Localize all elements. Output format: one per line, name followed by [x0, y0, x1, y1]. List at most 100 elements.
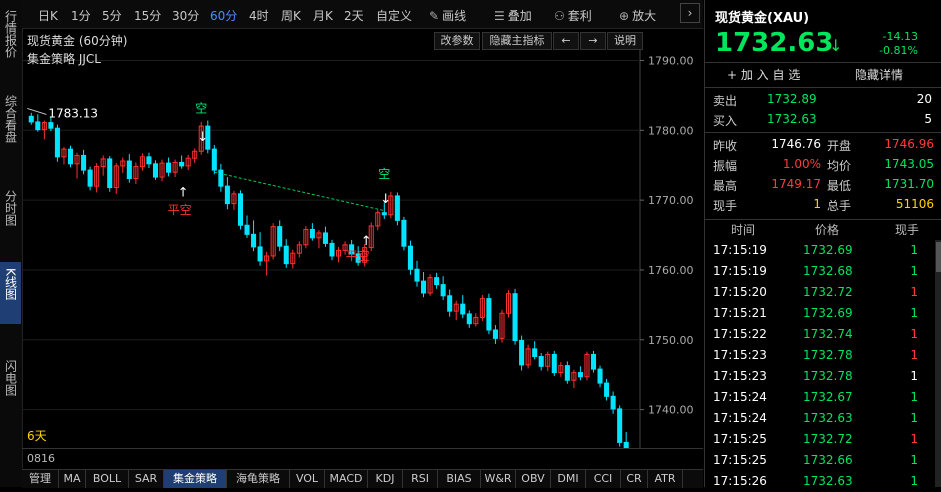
indicator-tab[interactable]: W&R [481, 470, 516, 488]
candle-body [54, 127, 60, 158]
indicator-tab[interactable]: 管理 [22, 470, 59, 488]
ticks-scrollbar[interactable] [935, 240, 941, 487]
down-arrow-icon: ↓ [380, 192, 391, 207]
indicator-tab[interactable]: SAR [129, 470, 164, 488]
edit-params-button[interactable]: 改参数 [434, 32, 480, 50]
candle-body [81, 154, 87, 171]
indicator-tab[interactable]: OBV [516, 470, 551, 488]
quote-panel: 现货黄金(XAU) 1732.63 ↓ -14.13 -0.81% + 加 入 … [704, 0, 941, 488]
indicator-tab[interactable]: BOLL [86, 470, 129, 488]
indicator-tab[interactable]: RSI [403, 470, 438, 488]
stat-label: 现手 [713, 199, 738, 213]
tick-row: 17:15:23 1732.78 1 [705, 345, 934, 366]
price-label-leader [27, 107, 47, 115]
tick-row: 17:15:23 1732.78 1 [705, 366, 934, 387]
add-watchlist-button[interactable]: + 加 入 自 选 [727, 66, 800, 83]
sidebar-tab-label: K线图 [3, 268, 18, 300]
period-button[interactable]: 15分 [134, 7, 161, 24]
stat-row: 最高 1749.17 最低 1731.70 [705, 177, 941, 196]
stat-label: 振幅 [713, 159, 738, 173]
cover-signal-label: 平空 [346, 249, 370, 263]
overlay-button[interactable]: ☰ 叠加 [494, 7, 532, 24]
candle-body [414, 268, 420, 282]
zoom-button[interactable]: ⊕ 放大 [619, 7, 656, 24]
candle-body [564, 365, 570, 381]
ask-label: 买入 [713, 114, 738, 128]
stat-value: 1.00% [782, 157, 821, 171]
tick-volume: 1 [910, 411, 918, 425]
sidebar-tab-kline[interactable]: K线图 [0, 262, 21, 324]
scroll-right-button[interactable]: → [580, 32, 606, 50]
candle-body [421, 280, 427, 294]
period-button[interactable]: 2天 [344, 7, 364, 24]
tick-price: 1732.78 [803, 348, 853, 362]
scrollbar-thumb[interactable] [936, 242, 941, 272]
candle-body [401, 219, 407, 247]
y-tick-label: 1770.00 [648, 194, 694, 207]
y-tick-label: 1760.00 [648, 264, 694, 277]
sidebar-tab-overview[interactable]: 综合看盘 [0, 95, 21, 160]
candle-body [257, 246, 263, 262]
high-price-label: 1783.13 [48, 106, 98, 120]
candle-body [35, 121, 41, 131]
candle-body [460, 303, 466, 315]
tick-volume: 1 [910, 285, 918, 299]
period-button[interactable]: 月K [313, 7, 333, 24]
bid-price: 1732.89 [767, 92, 817, 106]
stat-value: 1743.05 [884, 157, 934, 171]
tick-row: 17:15:19 1732.68 1 [705, 261, 934, 282]
chevron-right-icon[interactable]: › [680, 3, 700, 23]
divider [705, 219, 941, 220]
overlay-label: 叠加 [507, 9, 532, 23]
indicator-tab[interactable]: VOL [290, 470, 325, 488]
candle-body [309, 228, 315, 239]
candle-body [486, 298, 492, 331]
help-button[interactable]: 说明 [607, 32, 643, 50]
indicator-tab[interactable]: 海龟策略 [227, 470, 290, 488]
stat-value: 1 [813, 197, 821, 211]
indicator-tab[interactable]: KDJ [368, 470, 403, 488]
indicator-tab[interactable]: MACD [325, 470, 368, 488]
chart-header: 现货黄金 (60分钟) 改参数 隐藏主指标 ← → 说明 [22, 30, 703, 50]
indicator-tab[interactable]: CR [621, 470, 648, 488]
hide-main-indicator-button[interactable]: 隐藏主指标 [482, 32, 552, 50]
bid-volume: 20 [916, 92, 932, 106]
down-arrow-icon: ↓ [829, 36, 843, 55]
candle-body [329, 242, 335, 257]
period-button[interactable]: 1分 [71, 7, 91, 24]
stat-label: 昨收 [713, 139, 738, 153]
arbitrage-button[interactable]: ⚇ 套利 [554, 7, 592, 24]
period-button[interactable]: 自定义 [376, 7, 412, 24]
period-button[interactable]: 周K [281, 7, 301, 24]
last-price: 1732.63 [715, 28, 834, 58]
period-button[interactable]: 4时 [249, 7, 269, 24]
indicator-tab[interactable]: BIAS [438, 470, 481, 488]
tick-time: 17:15:22 [713, 327, 767, 341]
period-button[interactable]: 5分 [102, 7, 122, 24]
date-axis: 0816 [22, 448, 703, 469]
down-arrow-icon: ↓ [197, 130, 208, 145]
period-button[interactable]: 30分 [172, 7, 199, 24]
candle-body [538, 356, 544, 367]
period-button[interactable]: 日K [38, 7, 58, 24]
stat-label: 均价 [827, 159, 852, 173]
divider [705, 132, 941, 133]
up-arrow-icon: ↑ [178, 186, 189, 201]
indicator-tab[interactable]: MA [59, 470, 86, 488]
indicator-tab[interactable]: ATR [648, 470, 683, 488]
draw-line-button[interactable]: ✎ 画线 [429, 7, 466, 24]
tick-volume: 1 [910, 327, 918, 341]
scroll-left-button[interactable]: ← [553, 32, 579, 50]
sidebar-tab-quotes[interactable]: 行情报价 [0, 10, 21, 70]
indicator-tab[interactable]: DMI [551, 470, 586, 488]
candlestick-chart[interactable]: 1790.00 1780.00 1770.00 1760.00 1750.00 1740.… [22, 50, 703, 448]
candle-body [617, 408, 623, 443]
hide-detail-button[interactable]: 隐藏详情 [855, 66, 903, 83]
candle-body [218, 169, 224, 187]
sidebar-tab-flash[interactable]: 闪电图 [0, 360, 21, 410]
indicator-tab[interactable]: CCI [586, 470, 621, 488]
indicator-tab[interactable]: 集金策略 [164, 470, 227, 488]
period-button-active[interactable]: 60分 [210, 7, 237, 24]
sidebar-tab-timeshare[interactable]: 分时图 [0, 190, 21, 240]
candle-body [610, 395, 616, 410]
